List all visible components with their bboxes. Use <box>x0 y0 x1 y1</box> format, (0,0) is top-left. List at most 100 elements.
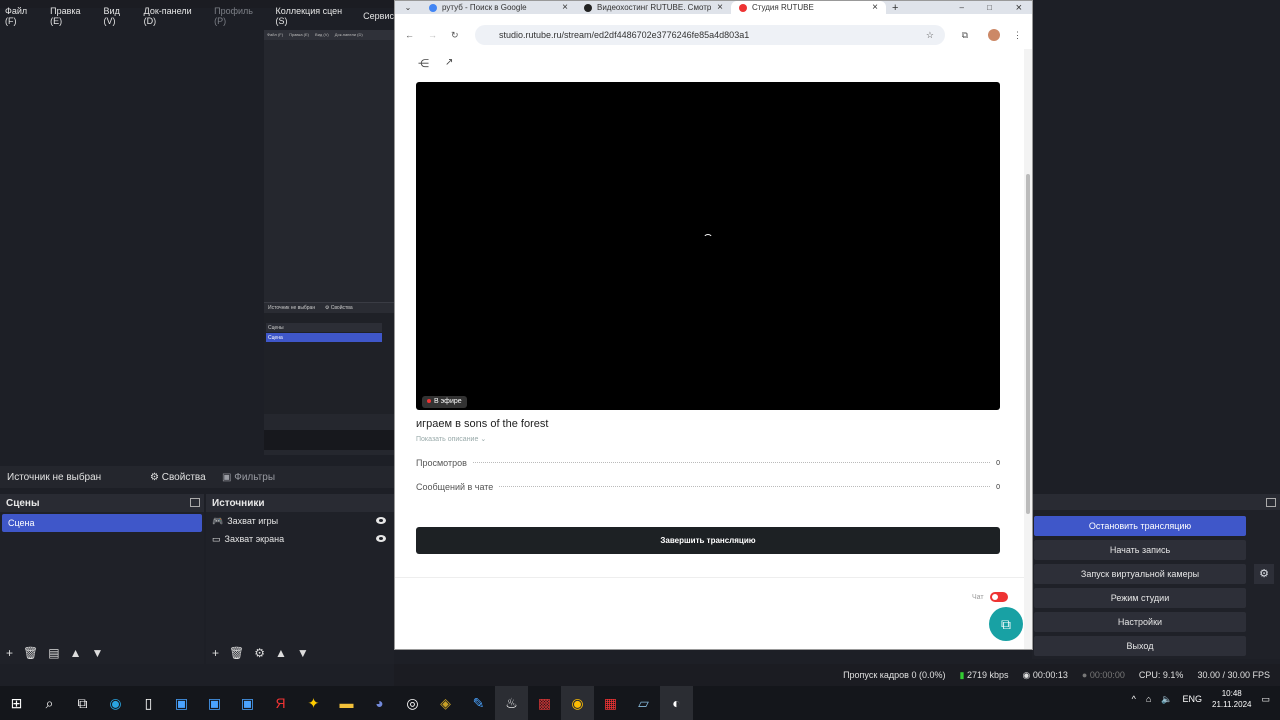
add-icon[interactable]: + <box>212 646 219 660</box>
menu-icon[interactable]: ⋮ <box>1013 30 1022 41</box>
app-icon[interactable]: ✎ <box>462 686 495 720</box>
search-icon[interactable]: ⌕ <box>33 686 66 720</box>
tab-rutube[interactable]: Видеохостинг RUTUBE. Смотр × <box>576 1 731 14</box>
chevron-up-icon[interactable]: ^ <box>1132 694 1136 704</box>
app-icon[interactable]: ◎ <box>396 686 429 720</box>
down-icon[interactable]: ▼ <box>297 646 309 660</box>
undock-icon[interactable] <box>190 498 200 507</box>
notepad-icon[interactable]: ▱ <box>627 686 660 720</box>
toggle-switch[interactable] <box>989 592 1008 602</box>
app-icon[interactable]: ▣ <box>198 686 231 720</box>
mini-menu-item: Файл (F) <box>267 32 284 37</box>
discord-icon[interactable]: ◕ <box>363 686 396 720</box>
down-icon[interactable]: ▼ <box>91 646 103 660</box>
avatar[interactable] <box>988 29 1000 41</box>
external-link-icon[interactable]: ↗ <box>445 57 453 68</box>
network-icon[interactable]: ⌂ <box>1146 694 1151 704</box>
close-window-icon[interactable]: × <box>1016 2 1022 14</box>
up-icon[interactable]: ▲ <box>70 646 82 660</box>
start-recording-button[interactable]: Начать запись <box>1034 540 1246 560</box>
virtual-camera-button[interactable]: Запуск виртуальной камеры <box>1034 564 1246 584</box>
source-item-game-capture[interactable]: 🎮 Захват игры <box>206 512 394 530</box>
bookmark-icon[interactable]: ☆ <box>926 30 934 41</box>
gear-icon[interactable]: ⚙ <box>254 646 265 660</box>
video-player[interactable]: В эфире <box>416 82 1000 410</box>
menu-profile[interactable]: Профиль (P) <box>214 6 264 26</box>
mini-scenes-header: Сцены <box>266 323 382 332</box>
source-item-screen-capture[interactable]: ▭ Захват экрана <box>206 530 394 548</box>
undock-icon[interactable] <box>1266 498 1276 507</box>
app-icon[interactable]: ▩ <box>528 686 561 720</box>
obs-icon[interactable]: ◐ <box>660 686 693 720</box>
close-icon[interactable]: × <box>872 2 878 13</box>
scrollbar[interactable] <box>1024 49 1032 649</box>
trash-icon[interactable]: 🗑 <box>23 646 38 660</box>
steam-icon[interactable]: ♨ <box>495 686 528 720</box>
end-stream-button[interactable]: Завершить трансляцию <box>416 527 1000 554</box>
close-icon[interactable]: × <box>717 2 723 13</box>
notifications-icon[interactable]: ▭ <box>1261 694 1270 705</box>
maximize-icon[interactable]: □ <box>987 3 992 12</box>
mini-source-status: Источник не выбран ⚙ Свойства <box>264 303 394 313</box>
menu-tools[interactable]: Сервис <box>363 11 394 21</box>
scene-item[interactable]: Сцена <box>2 514 202 532</box>
exit-button[interactable]: Выход <box>1034 636 1246 656</box>
folder-icon[interactable]: ▬ <box>330 686 363 720</box>
app-icon[interactable]: ▦ <box>594 686 627 720</box>
gear-icon[interactable]: ⚙ <box>1254 564 1274 584</box>
stop-streaming-button[interactable]: Остановить трансляцию <box>1034 516 1246 536</box>
app-icon[interactable]: ▣ <box>231 686 264 720</box>
source-status: Источник не выбран <box>7 471 102 483</box>
scrollbar-thumb[interactable] <box>1026 174 1030 514</box>
show-description-link[interactable]: Показать описание ⌄ <box>416 435 486 443</box>
reload-icon[interactable]: ↻ <box>451 30 459 41</box>
chat-label: Сообщений в чате <box>416 482 494 492</box>
task-view-icon[interactable]: ⧉ <box>66 686 99 720</box>
language-indicator[interactable]: ENG <box>1183 694 1203 704</box>
minimize-icon[interactable]: – <box>960 3 964 12</box>
edge-icon[interactable]: ◉ <box>99 686 132 720</box>
trash-icon[interactable]: 🗑 <box>229 646 244 660</box>
new-tab-icon[interactable]: + <box>886 2 898 14</box>
yandex-icon[interactable]: Я <box>264 686 297 720</box>
chrome-icon[interactable]: ◉ <box>561 686 594 720</box>
app-icon[interactable]: ▣ <box>165 686 198 720</box>
properties-button[interactable]: ⚙ Свойства <box>150 472 222 483</box>
volume-icon[interactable]: 🔈 <box>1161 694 1172 705</box>
clock[interactable]: 10:48 21.11.2024 <box>1212 688 1251 710</box>
tab-list-icon[interactable]: ⌄ <box>395 3 421 12</box>
filters-button[interactable]: ▣ Фильтры <box>222 472 275 483</box>
app-icon[interactable]: ◈ <box>429 686 462 720</box>
menu-docks[interactable]: Док-панели (D) <box>144 6 204 26</box>
studio-page: ⋲ ↗ В эфире играем в sons of the forest … <box>395 49 1025 649</box>
loading-spinner-icon <box>703 234 713 244</box>
settings-button[interactable]: Настройки <box>1034 612 1246 632</box>
app-icon[interactable]: ✦ <box>297 686 330 720</box>
extensions-icon[interactable]: ⧉ <box>962 30 968 41</box>
controls-dock: Остановить трансляцию Начать запись Запу… <box>1032 494 1280 659</box>
add-icon[interactable]: + <box>6 646 13 660</box>
tab-google[interactable]: рутуб - Поиск в Google × <box>421 1 576 14</box>
share-icon[interactable]: ⋲ <box>418 57 429 70</box>
back-icon[interactable]: ← <box>405 30 414 40</box>
scenes-dock: Сцены Сцена + 🗑 ▤ ▲ ▼ <box>0 494 204 664</box>
menu-view[interactable]: Вид (V) <box>104 6 133 26</box>
url-field[interactable]: studio.rutube.ru/stream/ed2df4486702e377… <box>475 25 945 45</box>
menu-scene-collection[interactable]: Коллекция сцен (S) <box>276 6 353 26</box>
filter-icon[interactable]: ▤ <box>48 646 59 660</box>
studio-mode-button[interactable]: Режим студии <box>1034 588 1246 608</box>
up-icon[interactable]: ▲ <box>275 646 287 660</box>
support-chat-icon[interactable]: ⧉ <box>989 607 1023 641</box>
file-icon[interactable]: ▯ <box>132 686 165 720</box>
menu-edit[interactable]: Правка (E) <box>50 6 92 26</box>
forward-icon[interactable]: → <box>428 30 437 40</box>
sources-toolbar: + 🗑 ⚙ ▲ ▼ <box>206 642 394 664</box>
close-icon[interactable]: × <box>562 2 568 13</box>
eye-icon[interactable] <box>376 535 386 542</box>
controls-dock-header <box>1032 494 1280 510</box>
tab-studio[interactable]: Студия RUTUBE × <box>731 1 886 14</box>
chat-toggle[interactable]: Чат <box>972 592 1008 602</box>
menu-file[interactable]: Файл (F) <box>5 6 39 26</box>
eye-icon[interactable] <box>376 517 386 524</box>
windows-start-icon[interactable]: ⊞ <box>0 686 33 720</box>
